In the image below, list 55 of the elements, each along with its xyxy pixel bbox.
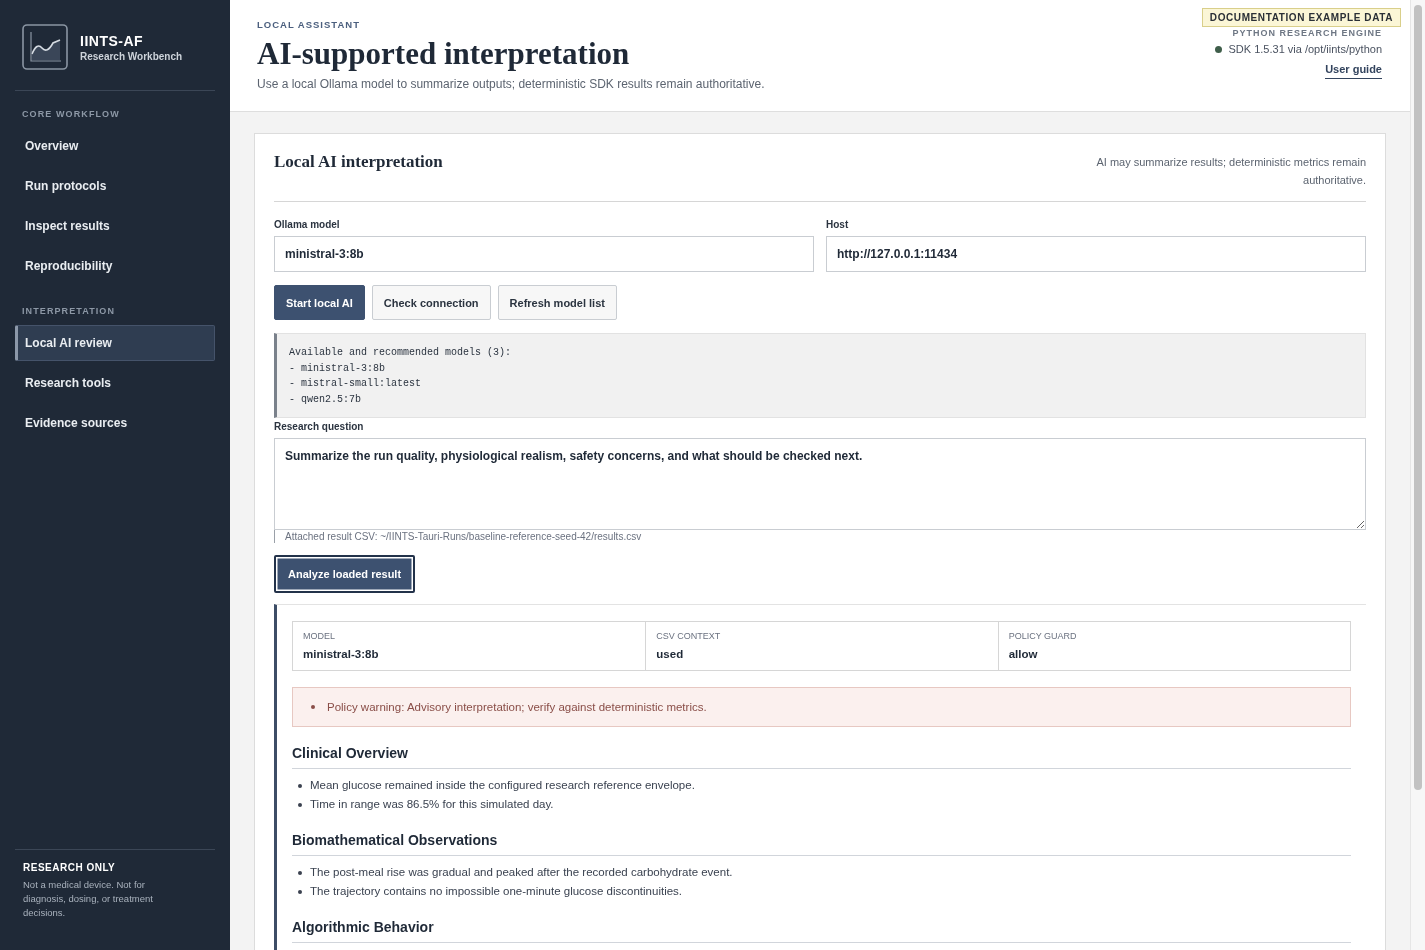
- text-input[interactable]: ministral-3:8b: [274, 236, 814, 272]
- example-data-badge: DOCUMENTATION EXAMPLE DATA: [1201, 8, 1401, 27]
- meta-label: MODEL: [303, 631, 336, 642]
- action-button[interactable]: Refresh model list: [497, 285, 617, 320]
- bullet-text: The trajectory contains no impossible one-minute glucose discontinuities.: [310, 884, 683, 900]
- disclaimer-title: RESEARCH ONLY: [23, 862, 117, 873]
- nav-item[interactable]: Run protocols: [15, 168, 215, 204]
- meta-value: allow: [1008, 648, 1039, 661]
- nav-section-heading: CORE WORKFLOW: [21, 108, 121, 121]
- disclaimer-text: Not a medical device. Not for diagnosis, dosing, or treatment decisions.: [23, 878, 154, 920]
- field-label: Host: [826, 219, 850, 230]
- engine-status-text: SDK 1.5.31 via /opt/iints/python: [1228, 43, 1382, 55]
- attachment-note: Attached result CSV: ~/IINTS-Tauri-Runs/baseline-reference-seed-42/results.csv: [274, 530, 642, 544]
- brand-title: IINTS-AF: [80, 32, 145, 49]
- text-input[interactable]: http://127.0.0.1:11434: [826, 236, 1366, 272]
- section-heading: Biomathematical Observations: [292, 832, 1351, 857]
- nav-item[interactable]: Evidence sources: [15, 405, 215, 441]
- meta-value: used: [656, 648, 685, 661]
- card-title: Local AI interpretation: [274, 153, 443, 171]
- section-heading: Clinical Overview: [292, 745, 1351, 770]
- meta-label: POLICY GUARD: [1008, 631, 1078, 642]
- bullet-text: Time in range was 86.5% for this simulated day.: [310, 797, 554, 813]
- page-subtitle: Use a local Ollama model to summarize outputs; deterministic SDK results remain authoritative.: [257, 77, 765, 91]
- section-heading: Algorithmic Behavior: [292, 919, 1351, 944]
- nav-item[interactable]: Research tools: [15, 365, 215, 401]
- line-chart-icon: [22, 24, 68, 70]
- warning-text: Policy warning: Advisory interpretation; verify against deterministic metrics.: [327, 700, 707, 715]
- scrollbar-thumb[interactable]: [1414, 5, 1422, 790]
- meta-label: CSV CONTEXT: [656, 631, 722, 642]
- page-eyebrow: LOCAL ASSISTANT: [257, 19, 361, 30]
- bullet-icon: [311, 705, 315, 710]
- bullet-icon: [298, 802, 302, 807]
- field-label: Ollama model: [274, 219, 341, 230]
- analyze-button[interactable]: Analyze loaded result: [274, 555, 416, 594]
- card-note: AI may summarize results; deterministic metrics remain authoritative.: [1095, 155, 1366, 188]
- bullet-icon: [298, 889, 302, 894]
- bullet-icon: [298, 783, 302, 788]
- brand-subtitle: Research Workbench: [80, 50, 183, 62]
- nav-item[interactable]: Reproducibility: [15, 248, 215, 284]
- action-button[interactable]: Check connection: [371, 285, 491, 320]
- action-button[interactable]: Start local AI: [274, 285, 365, 320]
- nav-item[interactable]: Inspect results: [15, 208, 215, 244]
- bullet-icon: [298, 870, 302, 875]
- bullet-text: Mean glucose remained inside the configured research reference envelope.: [310, 778, 695, 794]
- engine-label: PYTHON RESEARCH ENGINE: [1232, 28, 1382, 38]
- nav-item[interactable]: Local AI review: [15, 325, 215, 361]
- meta-value: ministral-3:8b: [303, 648, 380, 661]
- nav-section-heading: INTERPRETATION: [21, 305, 117, 318]
- field-label: Research question: [274, 421, 365, 433]
- page-title: AI-supported interpretation: [257, 36, 631, 72]
- user-guide-link[interactable]: User guide: [1325, 63, 1382, 79]
- bullet-text: The post-meal rise was gradual and peaked after the recorded carbohydrate event.: [310, 865, 733, 881]
- question-field[interactable]: Summarize the run quality, physiological realism, safety concerns, and what should be checked next.: [274, 438, 1366, 531]
- model-list-output: Available and recommended models (3): - ministral-3:8b - mistral-small:latest - qwen2.5:7b: [274, 333, 1366, 419]
- nav-item[interactable]: Overview: [15, 128, 215, 164]
